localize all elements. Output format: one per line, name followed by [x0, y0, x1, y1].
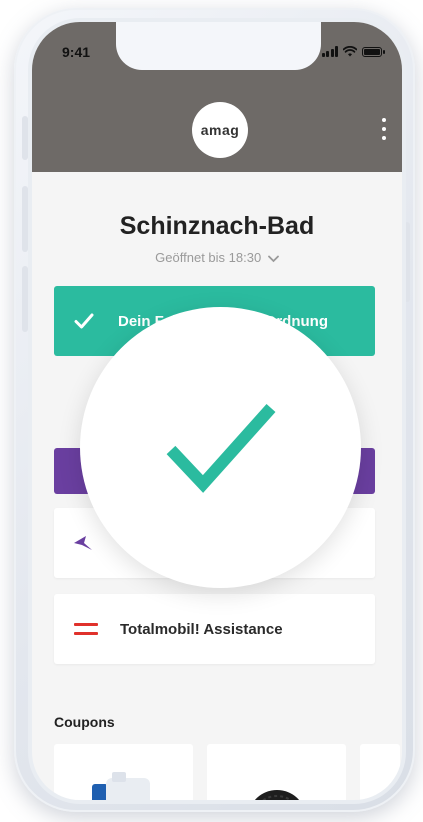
kebab-menu-icon[interactable] — [378, 118, 390, 140]
opening-hours-text: Geöffnet bis 18:30 — [155, 250, 262, 265]
status-time: 9:41 — [62, 44, 91, 60]
phone-volume-down-button — [22, 266, 28, 332]
chevron-down-icon — [267, 255, 279, 262]
card-label: Totalmobil! Assistance — [120, 620, 283, 638]
check-icon — [74, 313, 94, 329]
phone-power-button — [404, 222, 410, 302]
large-check-icon — [166, 403, 275, 493]
totalmobil-logo-icon — [74, 623, 98, 635]
location-title: Schinznach-Bad — [119, 212, 315, 240]
bottle-icon — [92, 772, 150, 800]
success-overlay — [80, 307, 361, 588]
phone-notch — [116, 22, 321, 70]
star-icon — [74, 536, 92, 550]
amag-logo[interactable]: amag — [192, 102, 248, 158]
battery-icon — [362, 46, 385, 57]
phone-volume-up-button — [22, 186, 28, 252]
totalmobil-card[interactable]: Totalmobil! Assistance — [54, 594, 375, 664]
coupon-card[interactable] — [207, 744, 346, 800]
coupon-card[interactable] — [54, 744, 193, 800]
status-icons — [321, 46, 385, 57]
tire-icon — [254, 790, 300, 800]
phone-mute-switch — [22, 116, 28, 160]
signal-icon — [321, 46, 338, 57]
coupons-heading: Coupons — [54, 714, 115, 730]
logo-text: amag — [200, 122, 240, 138]
app-header: 9:41 amag — [32, 22, 402, 172]
coupon-card[interactable] — [360, 744, 400, 800]
opening-hours[interactable]: Geöffnet bis 18:30 — [32, 250, 402, 265]
wifi-icon — [343, 46, 357, 57]
